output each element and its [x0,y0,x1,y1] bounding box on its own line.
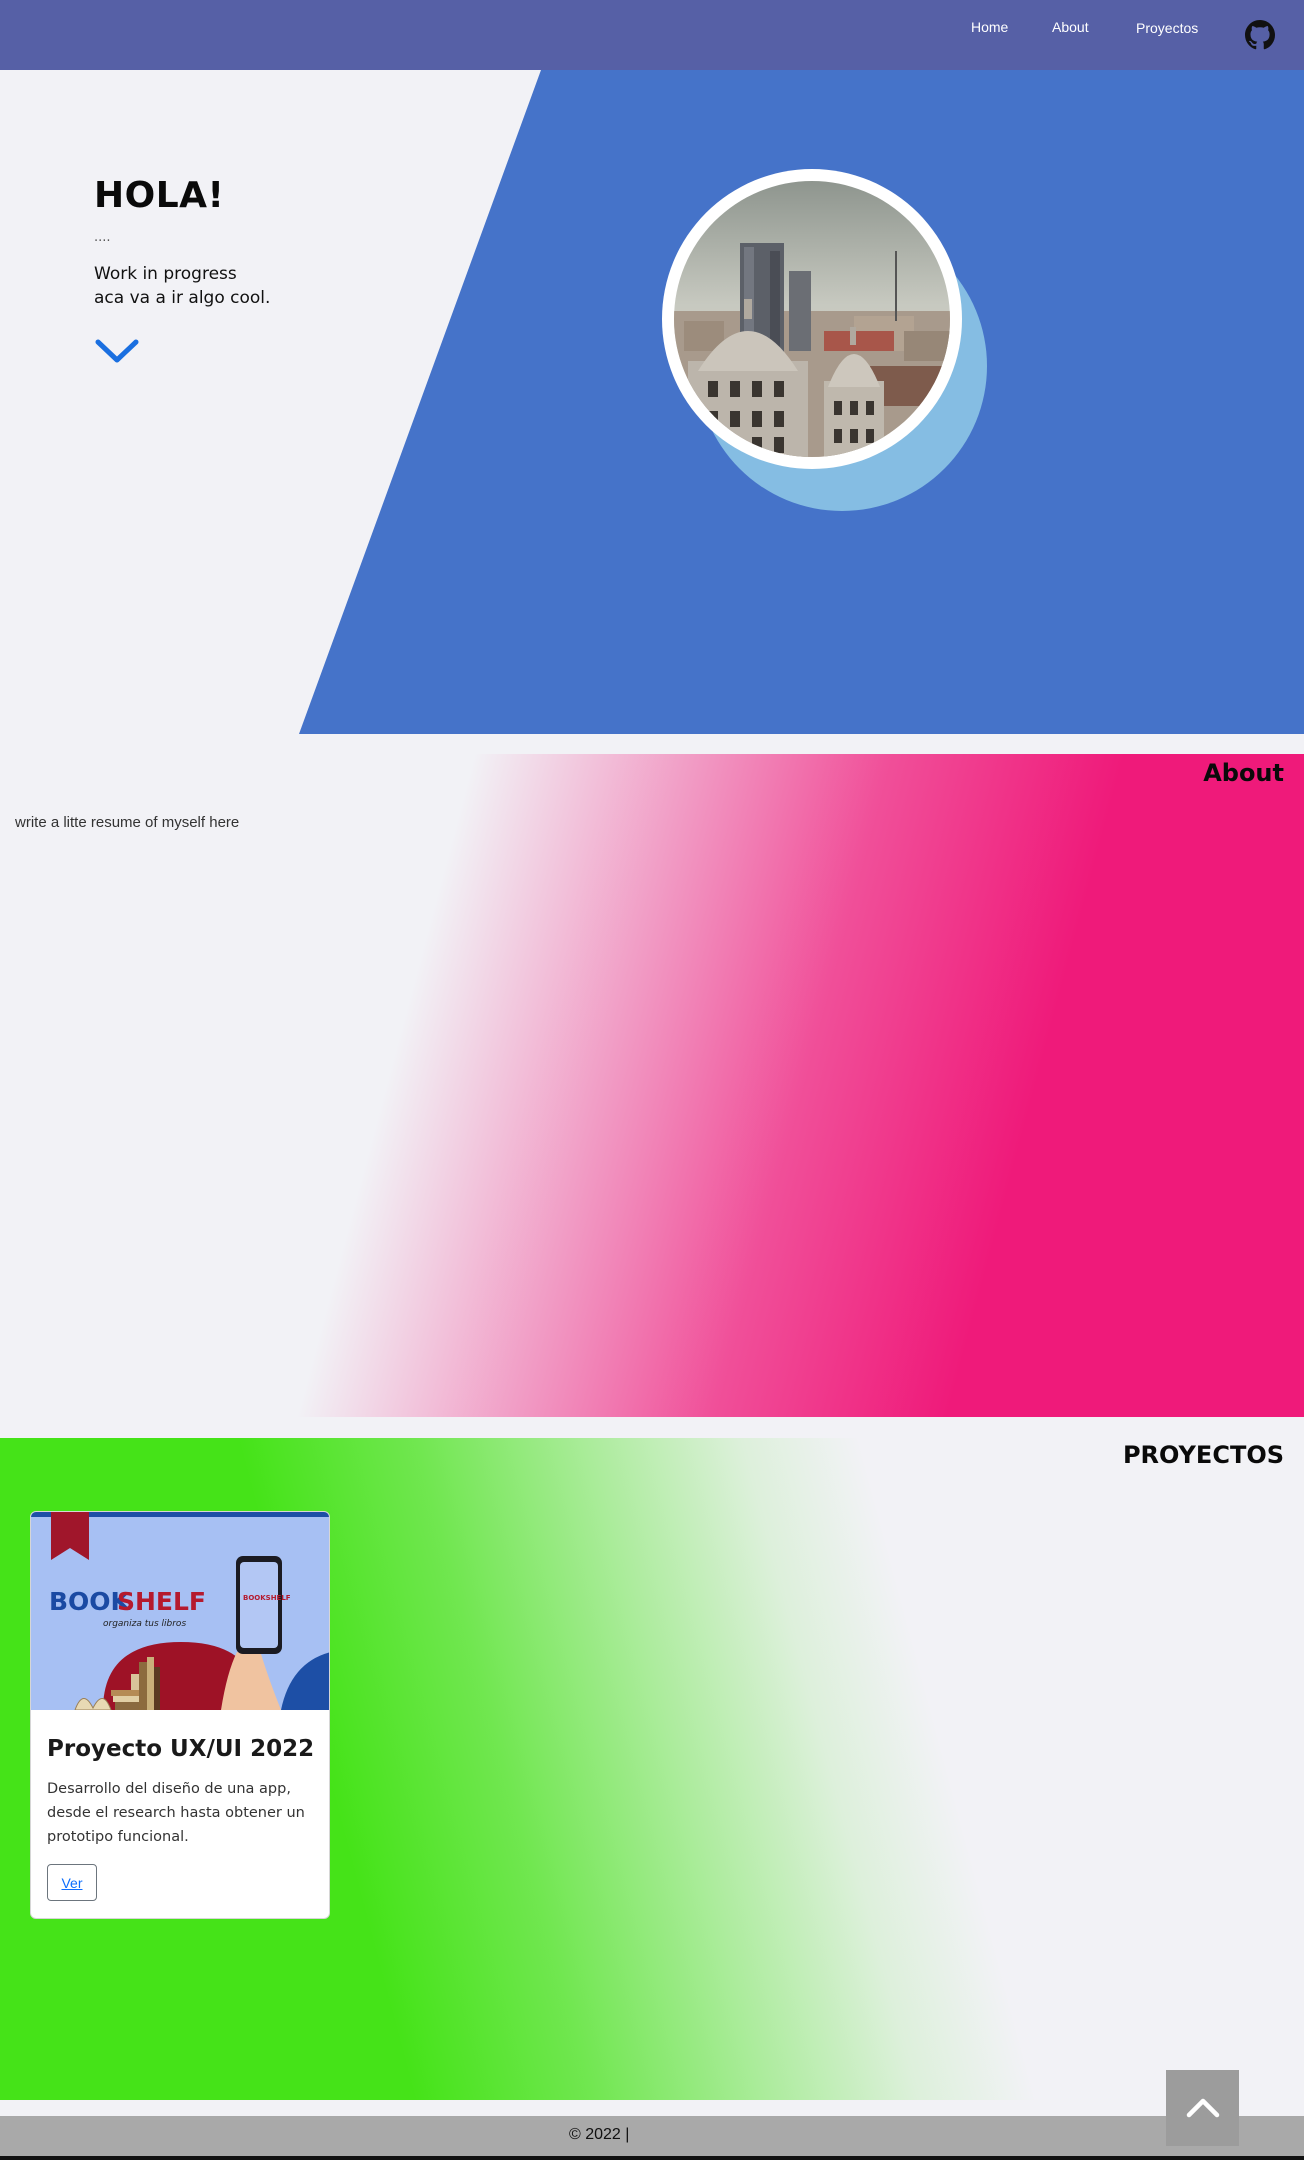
github-icon[interactable] [1245,20,1275,50]
about-text: write a litte resume of myself here [15,814,240,831]
bookshelf-app-image: BOOK SHELF organiza tus libros BOOKSHELF [31,1512,329,1710]
project-card-description: Desarrollo del diseño de una app, desde … [47,1781,305,1845]
hero-section: HOLA! .... Work in progress aca va a ir … [0,70,1304,734]
hero-title: HOLA! [94,175,225,216]
project-card-title: Proyecto UX/UI 2022 [47,1736,315,1762]
chevron-down-icon[interactable] [94,336,140,366]
svg-text:organiza tus libros: organiza tus libros [103,1619,186,1629]
hero-blue-panel [299,70,1304,734]
hero-subtitle-line-1: Work in progress [94,264,237,284]
hero-subtitle-line-2: aca va a ir algo cool. [94,288,271,308]
avatar [662,169,962,469]
about-section: About write a litte resume of myself her… [0,754,1304,1417]
projects-section: PROYECTOS BOOK SHELF organiza tus libros [0,1438,1304,2100]
top-navbar: Home About Proyectos [0,0,1304,70]
footer-copyright: © 2022 | [569,2126,630,2143]
svg-text:SHELF: SHELF [117,1587,206,1616]
footer: © 2022 | [0,2116,1304,2156]
svg-text:BOOKSHELF: BOOKSHELF [243,1594,291,1602]
bottom-edge [0,2156,1304,2160]
about-title: About [1203,759,1284,787]
city-skyline-photo [674,181,950,457]
chevron-up-icon [1186,2098,1220,2118]
scroll-to-top-button[interactable] [1166,2070,1239,2146]
projects-title: PROYECTOS [1122,1441,1284,1469]
hero-dots: .... [94,230,111,245]
project-card: BOOK SHELF organiza tus libros BOOKSHELF… [30,1511,330,1919]
nav-home-link[interactable]: Home [971,19,1008,35]
project-view-button[interactable]: Ver [47,1864,97,1901]
nav-about-link[interactable]: About [1052,19,1089,35]
nav-proyectos-link[interactable]: Proyectos [1136,20,1198,36]
